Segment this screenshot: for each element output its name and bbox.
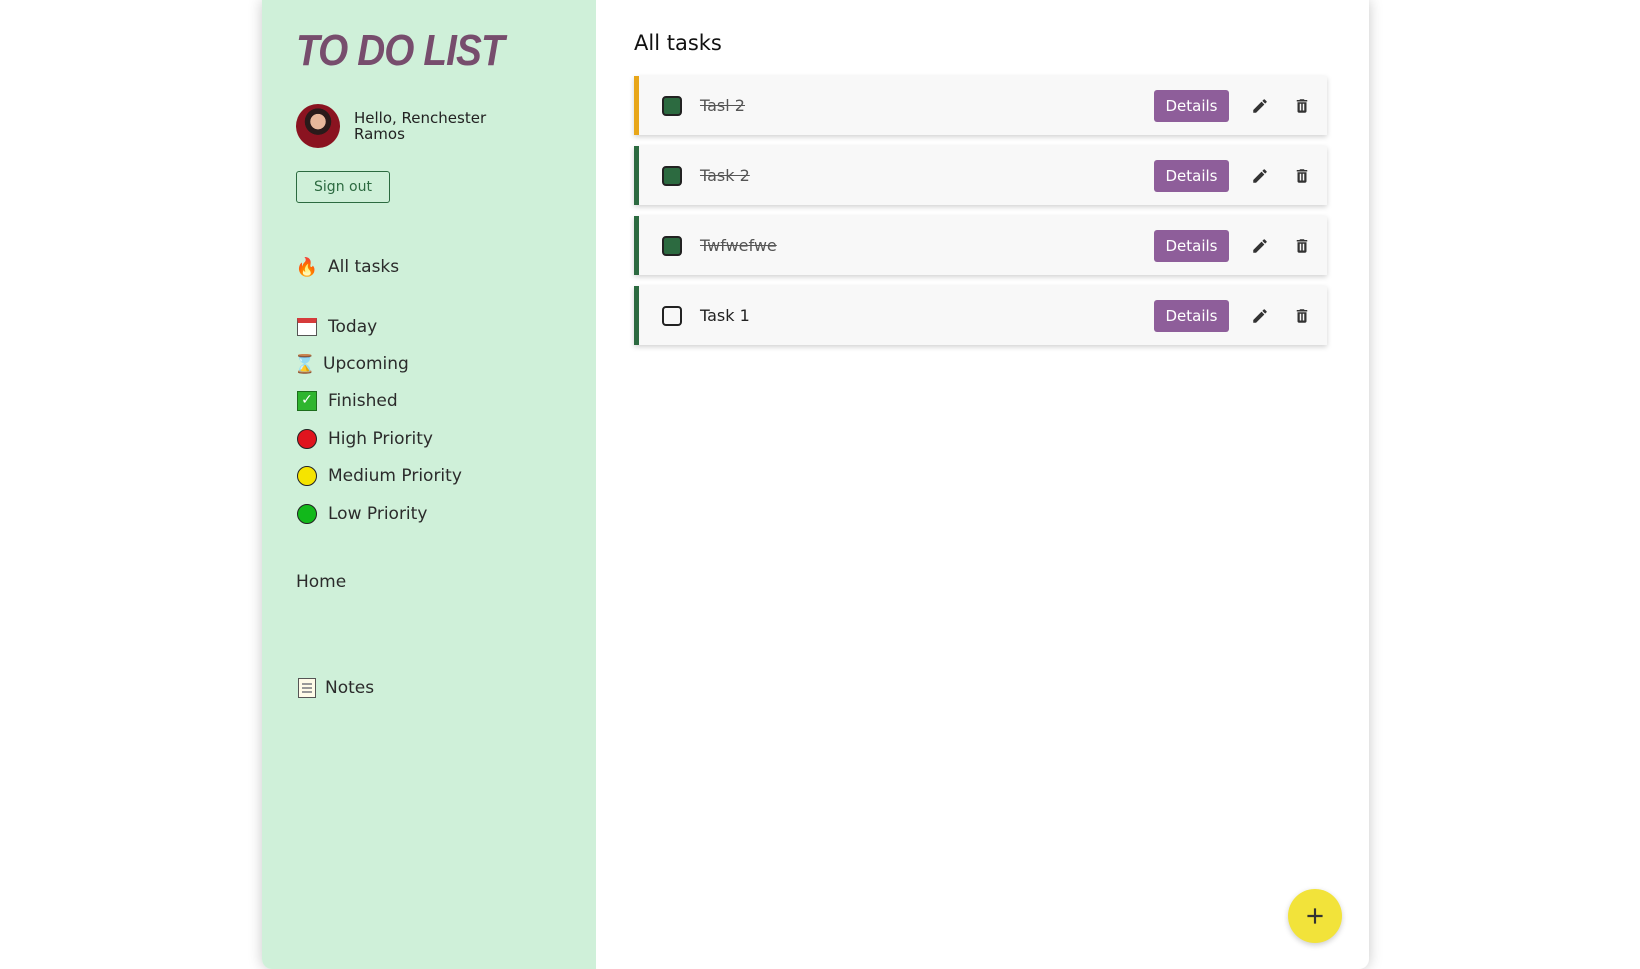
checkmark-icon: ✓	[296, 390, 318, 412]
nav-label: Low Priority	[328, 504, 428, 524]
avatar	[296, 104, 340, 148]
task-checkbox[interactable]	[662, 95, 682, 116]
details-button[interactable]: Details	[1154, 89, 1229, 122]
plus-icon	[1307, 908, 1323, 924]
green-dot-icon	[296, 503, 318, 525]
page-title: All tasks	[634, 31, 722, 55]
yellow-dot-icon	[296, 465, 318, 487]
pencil-icon[interactable]	[1249, 165, 1271, 187]
main-content: All tasks Tasl 2 Details Task 2 Details	[596, 0, 1369, 969]
notepad-icon	[296, 677, 318, 699]
user-info: Hello, Renchester Ramos	[296, 104, 504, 148]
nav-item-low-priority[interactable]: Low Priority	[296, 503, 427, 525]
nav-label: Notes	[325, 678, 375, 698]
nav-item-upcoming[interactable]: ⌛ Upcoming	[293, 353, 409, 375]
red-dot-icon	[296, 428, 318, 450]
pencil-icon[interactable]	[1249, 235, 1271, 257]
task-checkbox[interactable]	[662, 235, 682, 256]
app-logo: TO DO LIST	[296, 26, 505, 75]
trash-icon[interactable]	[1291, 235, 1313, 257]
task-checkbox[interactable]	[662, 165, 682, 186]
nav-item-high-priority[interactable]: High Priority	[296, 428, 433, 450]
task-row: Twfwefwe Details	[634, 216, 1327, 275]
trash-icon[interactable]	[1291, 165, 1313, 187]
nav-item-today[interactable]: Today	[296, 316, 377, 338]
hourglass-icon: ⌛	[293, 353, 317, 375]
nav-label: Today	[328, 317, 378, 337]
task-name: Task 1	[700, 306, 750, 325]
add-task-button[interactable]	[1288, 889, 1342, 943]
task-row: Task 1 Details	[634, 286, 1327, 345]
nav-item-finished[interactable]: ✓ Finished	[296, 390, 398, 412]
greeting-text: Hello, Renchester Ramos	[354, 109, 487, 143]
calendar-icon	[296, 316, 318, 338]
nav-label: Upcoming	[323, 354, 409, 374]
nav-item-all-tasks[interactable]: 🔥 All tasks	[296, 256, 399, 278]
pencil-icon[interactable]	[1249, 95, 1271, 117]
details-button[interactable]: Details	[1154, 229, 1229, 262]
pencil-icon[interactable]	[1249, 305, 1271, 327]
app-window: TO DO LIST Hello, Renchester Ramos Sign …	[262, 0, 1369, 969]
details-button[interactable]: Details	[1154, 159, 1229, 192]
home-link[interactable]: Home	[296, 572, 346, 592]
trash-icon[interactable]	[1291, 305, 1313, 327]
sidebar: TO DO LIST Hello, Renchester Ramos Sign …	[262, 0, 596, 969]
nav-label: All tasks	[328, 257, 400, 277]
task-name: Twfwefwe	[700, 236, 777, 255]
task-row: Task 2 Details	[634, 146, 1327, 205]
nav-label: Finished	[328, 391, 398, 411]
task-name: Task 2	[700, 166, 750, 185]
flame-icon: 🔥	[295, 256, 319, 278]
sign-out-button[interactable]: Sign out	[296, 171, 390, 203]
nav-label: High Priority	[328, 429, 433, 449]
task-name: Tasl 2	[700, 96, 745, 115]
trash-icon[interactable]	[1291, 95, 1313, 117]
nav-item-notes[interactable]: Notes	[296, 677, 374, 699]
nav-label: Medium Priority	[328, 466, 462, 486]
nav-item-medium-priority[interactable]: Medium Priority	[296, 465, 462, 487]
details-button[interactable]: Details	[1154, 299, 1229, 332]
task-checkbox[interactable]	[662, 305, 682, 326]
task-row: Tasl 2 Details	[634, 76, 1327, 135]
